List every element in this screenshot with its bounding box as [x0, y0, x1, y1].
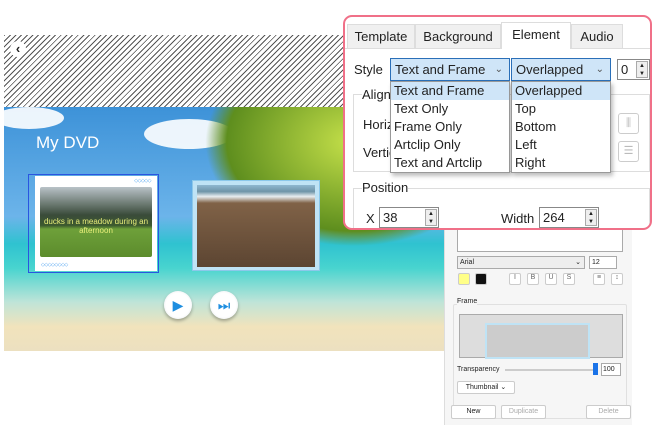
- frame-gallery[interactable]: [459, 314, 623, 359]
- chevron-down-icon: ⌄: [595, 64, 604, 75]
- align-label: Align: [362, 87, 391, 102]
- chevron-left-icon: ‹: [15, 41, 21, 56]
- element-settings-popup: Template Background Element Audio Style …: [343, 15, 652, 230]
- thumbnail-caption[interactable]: ducks in a meadow during an afternoon: [40, 217, 152, 235]
- option-text-and-frame[interactable]: Text and Frame: [391, 82, 509, 100]
- bold-button[interactable]: B: [527, 273, 539, 285]
- style-label: Style: [354, 62, 383, 77]
- style-dropdown[interactable]: Text and Frame ⌄: [390, 58, 510, 81]
- option-overlapped[interactable]: Overlapped: [512, 82, 610, 100]
- tab-template[interactable]: Template: [347, 24, 415, 48]
- frame-label: Frame: [457, 298, 478, 305]
- layout-options-list: Overlapped Top Bottom Left Right: [511, 81, 611, 173]
- tab-element[interactable]: Element: [501, 22, 571, 49]
- width-label: Width: [501, 211, 535, 226]
- char-spacing-button[interactable]: ↕: [611, 273, 623, 285]
- position-label: Position: [362, 180, 409, 195]
- thumbnail-dropdown[interactable]: Thumbnail ⌄: [457, 381, 515, 394]
- option-right[interactable]: Right: [512, 154, 610, 172]
- option-bottom[interactable]: Bottom: [512, 118, 610, 136]
- spacing-stepper[interactable]: 0 ▲ ▼: [617, 59, 650, 80]
- text-color-button[interactable]: [458, 273, 470, 285]
- distribute-vertical-icon[interactable]: ☰: [618, 141, 639, 162]
- shadow-color-button[interactable]: [475, 273, 487, 285]
- line-spacing-button[interactable]: ≡: [593, 273, 605, 285]
- chapter-thumbnail-selected[interactable]: ◇◇◇◇◇ ducks in a meadow during an aftern…: [28, 174, 159, 273]
- duplicate-button[interactable]: Duplicate: [501, 405, 546, 419]
- option-left[interactable]: Left: [512, 136, 610, 154]
- delete-button[interactable]: Delete: [586, 405, 631, 419]
- layout-dropdown[interactable]: Overlapped ⌄: [511, 58, 611, 81]
- element-panel: Arial ⌄ 12 I B U S ≡ ↕ Frame Transparency…: [444, 220, 632, 425]
- option-top[interactable]: Top: [512, 100, 610, 118]
- new-button[interactable]: New: [451, 405, 496, 419]
- play-button[interactable]: ▶: [164, 291, 192, 319]
- transparency-stepper[interactable]: 100: [601, 363, 621, 376]
- width-stepper[interactable]: 264 ▲ ▼: [539, 207, 599, 228]
- option-text-and-artclip[interactable]: Text and Artclip: [391, 154, 509, 172]
- transparency-slider[interactable]: [505, 369, 595, 371]
- strikethrough-button[interactable]: S: [563, 273, 575, 285]
- horizontal-label: Horiz: [363, 117, 394, 132]
- distribute-horizontal-icon[interactable]: ⫼: [618, 113, 639, 134]
- next-button[interactable]: ⏭: [210, 291, 238, 319]
- style-options-list: Text and Frame Text Only Frame Only Artc…: [390, 81, 510, 173]
- chevron-down-icon: ⌄: [494, 64, 503, 75]
- option-text-only[interactable]: Text Only: [391, 100, 509, 118]
- option-frame-only[interactable]: Frame Only: [391, 118, 509, 136]
- frame-option[interactable]: [485, 323, 590, 359]
- italic-button[interactable]: I: [509, 273, 521, 285]
- slider-handle[interactable]: [593, 363, 598, 375]
- menu-title[interactable]: My DVD: [36, 133, 99, 153]
- font-select[interactable]: Arial ⌄: [457, 256, 585, 269]
- underline-button[interactable]: U: [545, 273, 557, 285]
- option-artclip-only[interactable]: Artclip Only: [391, 136, 509, 154]
- skip-next-icon: ⏭: [217, 297, 231, 313]
- chapter-thumbnail[interactable]: [192, 180, 320, 271]
- transparency-label: Transparency: [457, 366, 500, 373]
- font-size-stepper[interactable]: 12: [589, 256, 617, 269]
- play-icon: ▶: [172, 297, 184, 313]
- back-button[interactable]: ‹: [10, 41, 26, 57]
- x-stepper[interactable]: 38 ▲ ▼: [379, 207, 439, 228]
- x-label: X: [366, 211, 375, 226]
- tab-background[interactable]: Background: [415, 24, 501, 48]
- tab-audio[interactable]: Audio: [571, 24, 623, 48]
